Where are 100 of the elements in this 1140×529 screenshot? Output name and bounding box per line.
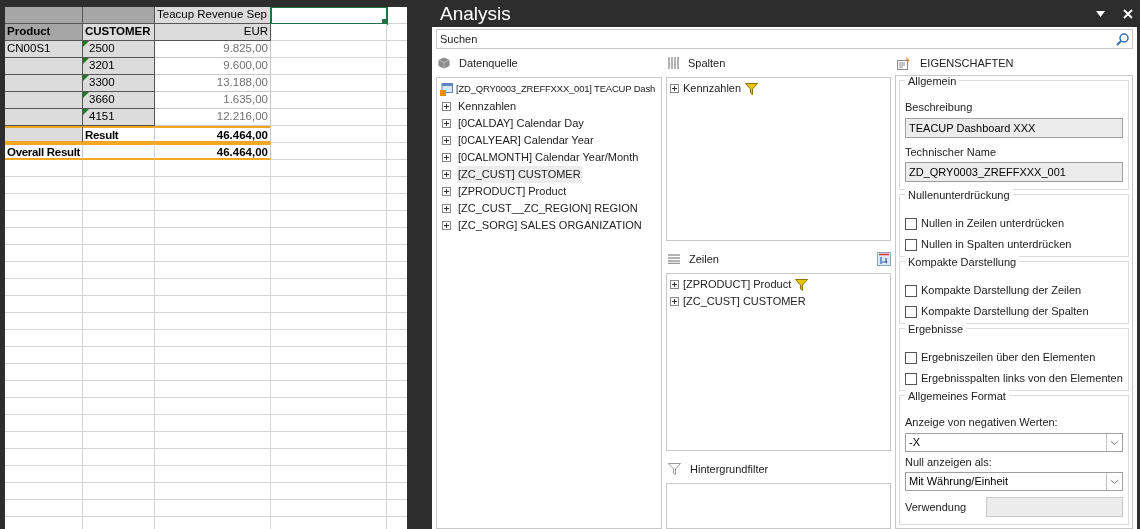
sheet-cell[interactable] <box>5 109 83 126</box>
tree-item[interactable]: [0CALYEAR] Calendar Year <box>457 132 595 149</box>
cell-text: CUSTOMER <box>85 25 151 37</box>
field-item[interactable]: [ZPRODUCT] Product <box>683 276 792 293</box>
group-title: Nullenunterdrückung <box>905 189 1013 202</box>
field-item[interactable]: Kennzahlen <box>683 80 742 97</box>
sheet-cell[interactable] <box>5 7 83 24</box>
expand-icon[interactable] <box>442 102 451 111</box>
sheet-cell[interactable]: 3660 <box>83 92 155 109</box>
properties-icon <box>897 56 911 70</box>
checkbox[interactable] <box>905 372 917 385</box>
sheet-cell[interactable]: 9.600,00 <box>155 58 271 75</box>
flag-icon <box>83 41 89 47</box>
flag-icon <box>83 92 89 98</box>
cell-text: 2500 <box>89 42 115 54</box>
search-icon[interactable] <box>1115 33 1129 46</box>
rows-icon <box>668 254 680 264</box>
expand-icon[interactable] <box>670 280 679 289</box>
sheet-cell[interactable]: 1.635,00 <box>155 92 271 109</box>
tree-item[interactable]: [ZC_CUST__ZC_REGION] REGION <box>457 200 639 217</box>
dropdown[interactable]: -X <box>905 432 1123 452</box>
dropdown-icon[interactable] <box>1095 10 1105 17</box>
flag-icon <box>83 109 89 115</box>
sheet-cell[interactable]: CN00S1 <box>5 41 83 58</box>
sheet-cell[interactable] <box>5 126 83 143</box>
sheet-cell[interactable]: 4151 <box>83 109 155 126</box>
checkbox-label: Nullen in Spalten unterdrücken <box>921 237 1072 253</box>
checkbox[interactable] <box>905 217 917 230</box>
usage-field[interactable] <box>985 497 1123 517</box>
expand-icon[interactable] <box>442 187 451 196</box>
funnel-icon <box>668 463 681 475</box>
checkbox[interactable] <box>905 284 917 297</box>
sheet-cell[interactable]: 46.464,00 <box>155 126 271 143</box>
sheet-cell[interactable]: Product <box>5 24 83 41</box>
group-title: Kompakte Darstellung <box>905 256 1020 269</box>
tree-root[interactable]: [ZD_QRY0003_ZREFFXXX_001] TEACUP Dash <box>456 82 656 97</box>
sheet-cell[interactable]: EUR <box>155 24 271 41</box>
cell-text: 3660 <box>89 93 115 105</box>
sheet-cell[interactable] <box>5 92 83 109</box>
cell-text: 13.188,00 <box>216 76 268 88</box>
cell-text: Result <box>85 129 119 141</box>
sheet-cell[interactable]: 2500 <box>83 41 155 58</box>
tree-item[interactable]: [ZC_CUST] CUSTOMER <box>457 166 582 183</box>
field-label: Technischer Name <box>905 144 998 160</box>
cell-text: 9.825,00 <box>223 42 268 54</box>
sheet-cell[interactable]: 46.464,00 <box>155 143 271 160</box>
group-title: Ergebnisse <box>905 323 967 336</box>
expand-icon[interactable] <box>442 153 451 162</box>
columns-icon <box>668 57 679 69</box>
expand-icon[interactable] <box>442 204 451 213</box>
group-title: Allgemein <box>905 76 960 88</box>
tree-item[interactable]: [ZPRODUCT] Product <box>457 183 568 200</box>
sheet-cell[interactable]: Result <box>83 126 155 143</box>
readonly-field[interactable]: TEACUP Dashboard XXX <box>905 117 1123 138</box>
readonly-field[interactable]: ZD_QRY0003_ZREFFXXX_001 <box>905 162 1123 182</box>
field-label: Anzeige von negativen Werten: <box>905 415 1059 430</box>
tree-item[interactable]: [0CALMONTH] Calendar Year/Month <box>457 149 640 166</box>
expand-icon[interactable] <box>442 170 451 179</box>
sheet-cell[interactable] <box>83 7 155 24</box>
checkbox-label: Nullen in Zeilen unterdrücken <box>921 216 1065 232</box>
sheet-cell[interactable]: Teacup Revenue Sep <box>155 7 271 24</box>
swap-axes-icon[interactable] <box>877 252 891 266</box>
search-field[interactable]: Suchen <box>436 29 1133 49</box>
expand-icon[interactable] <box>442 221 451 230</box>
checkbox[interactable] <box>905 238 917 251</box>
sheet-cell[interactable]: 3300 <box>83 75 155 92</box>
checkbox-label: Ergebnisspalten links von den Elementen <box>921 371 1123 387</box>
tree-item[interactable]: Kennzahlen <box>457 98 518 115</box>
field-label: Beschreibung <box>905 100 974 115</box>
field-item[interactable]: [ZC_CUST] CUSTOMER <box>683 293 806 310</box>
cell-text: 46.464,00 <box>216 129 268 141</box>
expand-icon[interactable] <box>442 136 451 145</box>
sheet-cell[interactable]: 13.188,00 <box>155 75 271 92</box>
cell-text: 1.635,00 <box>223 93 268 105</box>
tree-item[interactable]: [ZC_SORG] SALES ORGANIZATION <box>457 217 643 234</box>
sheet-cell[interactable]: 12.216,00 <box>155 109 271 126</box>
close-icon[interactable] <box>1122 8 1133 19</box>
sheet-cell[interactable] <box>5 58 83 75</box>
expand-icon[interactable] <box>442 119 451 128</box>
tree-item[interactable]: [0CALDAY] Calendar Day <box>457 115 585 132</box>
checkbox[interactable] <box>905 351 917 364</box>
sheet-cell[interactable]: 9.825,00 <box>155 41 271 58</box>
section-title: Datenquelle <box>459 55 518 71</box>
sheet-cell[interactable]: 3201 <box>83 58 155 75</box>
cell-text: EUR <box>243 25 268 37</box>
sheet-cell[interactable] <box>5 75 83 92</box>
group-title: Allgemeines Format <box>905 390 1009 403</box>
expand-icon[interactable] <box>670 297 679 306</box>
cell-text: 46.464,00 <box>216 146 268 158</box>
cell-text: Teacup Revenue Sep <box>157 8 267 20</box>
filter-icon <box>795 278 809 291</box>
checkbox[interactable] <box>905 305 917 318</box>
sheet-cell[interactable]: CUSTOMER <box>83 24 155 41</box>
dropdown[interactable]: Mit Währung/Einheit <box>905 472 1123 491</box>
section-title: EIGENSCHAFTEN <box>920 55 1014 71</box>
cell-text: 12.216,00 <box>216 110 268 122</box>
sheet-cell[interactable] <box>83 143 155 160</box>
expand-icon[interactable] <box>670 84 679 93</box>
checkbox-label: Kompakte Darstellung der Spalten <box>921 304 1089 320</box>
chevron-icon <box>1105 473 1122 490</box>
